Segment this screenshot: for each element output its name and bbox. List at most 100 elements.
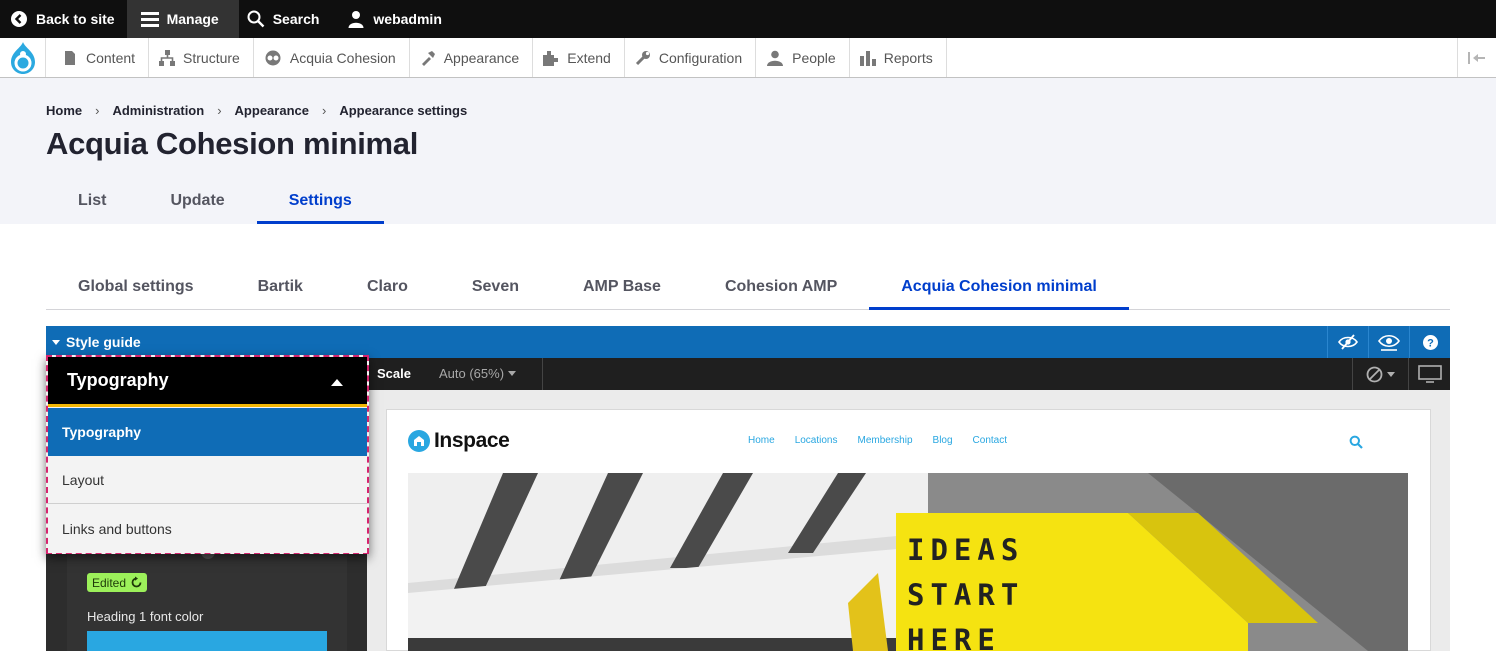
- hero-sign-line-3: HERE: [907, 623, 1001, 651]
- tab-cohesion-amp[interactable]: Cohesion AMP: [693, 266, 869, 310]
- collapse-menu-button[interactable]: [1457, 38, 1496, 77]
- menu-item-people[interactable]: People: [756, 38, 850, 77]
- site-nav-blog[interactable]: Blog: [933, 435, 953, 446]
- breadcrumb-home[interactable]: Home: [46, 103, 82, 118]
- manage-label: Manage: [166, 11, 219, 27]
- search-label: Search: [272, 11, 320, 27]
- chevron-down-icon: [508, 371, 517, 376]
- tab-update[interactable]: Update: [138, 180, 256, 224]
- heading-1-font-color-picker[interactable]: [87, 631, 327, 651]
- hero-sign-line-2: START: [907, 578, 1025, 612]
- hero-sign-line-1: IDEAS: [907, 533, 1025, 567]
- search-tray-toggle[interactable]: Search: [239, 0, 338, 38]
- menu-item-configuration[interactable]: Configuration: [625, 38, 757, 77]
- scale-select[interactable]: Auto (65%): [439, 366, 517, 381]
- menu-item-reports-label: Reports: [883, 49, 933, 66]
- breadcrumb-appearance-settings[interactable]: Appearance settings: [339, 103, 467, 118]
- tab-claro[interactable]: Claro: [335, 266, 440, 310]
- tab-amp-base[interactable]: AMP Base: [551, 266, 693, 310]
- toolbar: Back to site Manage Search webadmin: [0, 0, 1496, 38]
- manage-tray-toggle[interactable]: Manage: [126, 0, 239, 38]
- chevron-down-icon: [1387, 371, 1395, 377]
- extend-icon: [543, 50, 559, 66]
- page-title: Acquia Cohesion minimal: [46, 126, 419, 161]
- menu-item-extend[interactable]: Extend: [533, 38, 625, 77]
- menu-item-content-label: Content: [86, 49, 136, 66]
- style-guide-dropdown: Typography Typography Layout Links and b…: [46, 355, 369, 554]
- menu-item-configuration-label: Configuration: [658, 49, 743, 66]
- dropdown-option-typography[interactable]: Typography: [48, 408, 367, 456]
- wrench-icon: [635, 50, 650, 65]
- monitor-icon: [1417, 365, 1442, 383]
- user-icon: [348, 11, 364, 28]
- site-nav-home[interactable]: Home: [748, 435, 775, 446]
- content-icon: [65, 50, 75, 65]
- eye-icon: [1378, 334, 1400, 351]
- breadcrumb: Home › Administration › Appearance › App…: [46, 103, 468, 118]
- structure-icon: [159, 49, 176, 66]
- desktop-view-button[interactable]: [1408, 358, 1450, 390]
- tab-acquia-cohesion-minimal[interactable]: Acquia Cohesion minimal: [869, 266, 1129, 310]
- secondary-tabs: Global settings Bartik Claro Seven AMP B…: [46, 266, 1450, 310]
- menu-item-appearance[interactable]: Appearance: [410, 38, 534, 77]
- style-guide-dropdown-toggle[interactable]: Typography: [48, 357, 367, 407]
- user-tray-toggle[interactable]: webadmin: [337, 0, 453, 38]
- site-nav-contact[interactable]: Contact: [973, 435, 1007, 446]
- primary-tabs: List Update Settings: [46, 180, 384, 224]
- dropdown-option-layout[interactable]: Layout: [48, 456, 367, 504]
- breadcrumb-administration[interactable]: Administration: [112, 103, 204, 118]
- breakpoint-select[interactable]: [1352, 358, 1408, 390]
- menu-item-people-label: People: [792, 49, 836, 66]
- site-nav-membership[interactable]: Membership: [858, 435, 913, 446]
- reset-icon[interactable]: [130, 576, 143, 589]
- menu-item-acquia-cohesion[interactable]: Acquia Cohesion: [254, 38, 410, 77]
- drupal-icon: [10, 41, 35, 74]
- scale-value: Auto (65%): [439, 366, 505, 381]
- collapse-icon: [1468, 51, 1485, 64]
- cohesion-icon: [265, 50, 281, 65]
- tab-seven[interactable]: Seven: [440, 266, 551, 310]
- tab-settings[interactable]: Settings: [256, 180, 384, 224]
- menu-item-reports[interactable]: Reports: [850, 38, 947, 77]
- heading-1-font-color-label: Heading 1 font color: [87, 609, 204, 624]
- hide-preview-button[interactable]: [1327, 326, 1368, 358]
- style-guide-header: Style guide ?: [46, 326, 1450, 358]
- site-logo[interactable]: Inspace: [408, 429, 510, 453]
- dropdown-option-links-and-buttons[interactable]: Links and buttons: [48, 505, 367, 553]
- scale-label: Scale: [377, 366, 411, 381]
- caret-down-icon: [52, 339, 60, 345]
- hamburger-icon: [140, 12, 159, 27]
- admin-menu: Content Structure Acquia Cohesion Appear…: [0, 38, 1496, 78]
- tab-bartik[interactable]: Bartik: [226, 266, 335, 310]
- menu-item-structure-label: Structure: [183, 49, 240, 66]
- back-arrow-icon: [11, 11, 27, 27]
- user-label: webadmin: [373, 11, 442, 27]
- preview-button[interactable]: [1368, 326, 1409, 358]
- menu-item-content[interactable]: Content: [46, 38, 150, 77]
- ban-icon: [1366, 366, 1383, 382]
- style-guide-toggle[interactable]: Style guide: [46, 334, 141, 350]
- site-nav: Home Locations Membership Blog Contact: [748, 435, 1007, 446]
- tab-list[interactable]: List: [46, 180, 138, 224]
- site-search-icon[interactable]: [1349, 435, 1363, 449]
- style-guide-title: Style guide: [66, 334, 141, 350]
- search-icon: [247, 10, 265, 28]
- svg-text:?: ?: [1427, 337, 1434, 349]
- tab-global-settings[interactable]: Global settings: [46, 266, 226, 310]
- menu-item-structure[interactable]: Structure: [149, 38, 254, 77]
- help-button[interactable]: ?: [1409, 326, 1450, 358]
- breadcrumb-appearance[interactable]: Appearance: [235, 103, 309, 118]
- inspace-logo-icon: [408, 430, 430, 452]
- dropdown-selected-label: Typography: [67, 370, 169, 390]
- back-to-site-link[interactable]: Back to site: [0, 0, 127, 38]
- people-icon: [767, 50, 784, 66]
- caret-up-icon: [331, 379, 343, 386]
- help-icon: ?: [1422, 334, 1438, 350]
- menu-item-acquia-cohesion-label: Acquia Cohesion: [289, 49, 396, 66]
- drupal-logo[interactable]: [0, 38, 46, 77]
- menu-item-appearance-label: Appearance: [443, 49, 520, 66]
- reports-icon: [859, 50, 876, 66]
- site-nav-locations[interactable]: Locations: [795, 435, 838, 446]
- eye-slash-icon: [1338, 334, 1358, 350]
- site-name: Inspace: [434, 429, 510, 452]
